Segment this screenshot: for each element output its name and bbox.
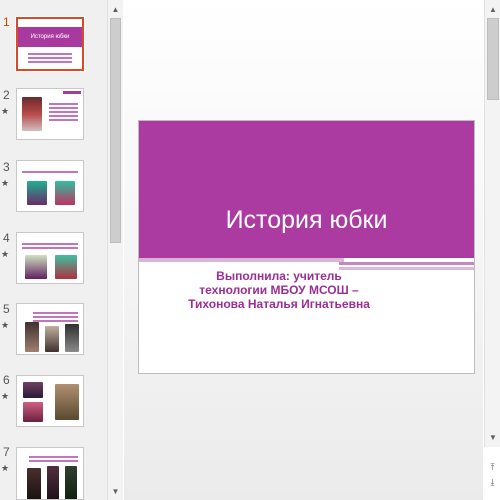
slide-number: 7	[3, 445, 10, 459]
slide-thumbnail-5[interactable]	[16, 303, 84, 355]
thumb-text-lines	[33, 310, 78, 324]
animation-star-icon: ★	[1, 106, 10, 116]
thumb-image	[22, 97, 42, 131]
thumb-image	[25, 322, 39, 352]
slide-thumbnails-pane: 1 История юбки 2 ★ 3 ★ 4 ★ 5 ★ 6 ★ 7 ★	[0, 0, 107, 500]
next-slide-icon[interactable]: ⤓	[486, 476, 499, 488]
thumb-image	[23, 402, 43, 422]
scroll-down-arrow-icon[interactable]: ▼	[108, 484, 123, 498]
thumb-title: История юбки	[18, 27, 82, 47]
slide-number: 3	[3, 160, 10, 174]
slide-thumbnail-6[interactable]	[16, 375, 84, 427]
thumb-image	[65, 466, 77, 499]
animation-star-icon: ★	[1, 178, 10, 188]
slide-number: 2	[3, 88, 10, 102]
animation-star-icon: ★	[1, 249, 10, 259]
slide-title[interactable]: История юбки	[139, 206, 474, 235]
previous-slide-icon[interactable]: ⤒	[486, 461, 499, 473]
title-band	[139, 121, 474, 258]
slide-number: 6	[3, 373, 10, 387]
thumb-image	[55, 255, 77, 279]
thumb-image	[55, 181, 75, 205]
thumb-accent-bar	[63, 91, 81, 94]
thumb-subtitle-lines	[28, 51, 72, 65]
scroll-up-arrow-icon[interactable]: ▲	[108, 2, 123, 16]
scroll-up-arrow-icon[interactable]: ▲	[485, 2, 500, 16]
slide-thumbnail-4[interactable]	[16, 232, 84, 284]
thumb-text-lines	[22, 241, 78, 251]
current-slide[interactable]: История юбки Выполнила: учитель технолог…	[138, 120, 475, 374]
thumb-text-lines	[49, 101, 78, 123]
thumb-image	[25, 255, 47, 279]
slide-thumbnail-1[interactable]: История юбки	[15, 16, 85, 72]
editor-scrollbar[interactable]: ▲ ▼	[484, 0, 500, 447]
thumb-image	[47, 466, 59, 499]
animation-star-icon: ★	[1, 320, 10, 330]
slide-subtitle[interactable]: Выполнила: учитель технологии МБОУ МСОШ …	[179, 269, 379, 311]
slide-number: 4	[3, 231, 10, 245]
decorative-stripe	[139, 258, 344, 262]
thumb-image	[65, 324, 79, 352]
thumb-image	[27, 468, 41, 499]
slide-thumbnail-3[interactable]	[16, 160, 84, 212]
thumb-image	[27, 181, 47, 205]
scroll-down-arrow-icon[interactable]: ▼	[485, 430, 500, 444]
subtitle-line: Тихонова Наталья Игнатьевна	[188, 297, 370, 311]
animation-star-icon: ★	[1, 463, 10, 473]
thumbnails-scrollbar[interactable]: ▲ ▼	[107, 0, 123, 500]
subtitle-line: Выполнила: учитель	[216, 269, 342, 283]
thumb-image	[23, 382, 43, 398]
thumb-image	[55, 384, 79, 420]
thumb-text-lines	[22, 169, 78, 175]
slide-thumbnail-7[interactable]	[16, 447, 84, 500]
thumb-image	[45, 326, 59, 352]
decorative-stripe	[339, 262, 474, 265]
slide-thumbnail-2[interactable]	[16, 88, 84, 140]
thumb-text-lines	[29, 454, 78, 464]
subtitle-line: технологии МБОУ МСОШ –	[199, 283, 359, 297]
animation-star-icon: ★	[1, 391, 10, 401]
slide-number: 5	[3, 302, 10, 316]
scrollbar-thumb[interactable]	[110, 18, 121, 243]
slide-number: 1	[3, 15, 10, 29]
scrollbar-thumb[interactable]	[487, 18, 499, 100]
